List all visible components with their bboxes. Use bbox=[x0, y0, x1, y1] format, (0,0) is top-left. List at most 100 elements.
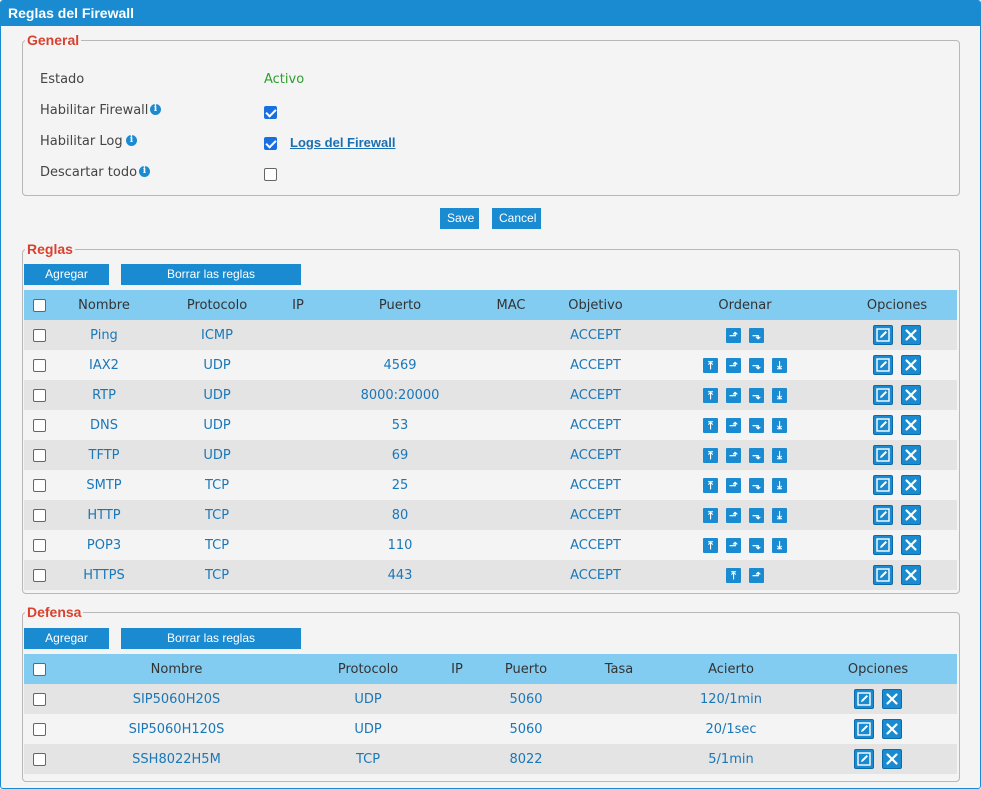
edit-icon[interactable] bbox=[873, 565, 893, 585]
move-down-icon[interactable]: ⬎ bbox=[749, 537, 764, 553]
delete-icon[interactable] bbox=[882, 719, 902, 739]
info-icon[interactable]: i bbox=[126, 135, 137, 146]
edit-icon[interactable] bbox=[873, 355, 893, 375]
defensa-add-rule-button[interactable]: Agregar regla bbox=[24, 628, 109, 666]
delete-icon[interactable] bbox=[901, 415, 921, 435]
move-up-icon[interactable]: ⬏ bbox=[726, 387, 741, 403]
descartar-todo-checkbox[interactable] bbox=[264, 168, 277, 181]
edit-icon[interactable] bbox=[854, 689, 874, 709]
row-checkbox-cell[interactable] bbox=[24, 350, 54, 380]
delete-icon[interactable] bbox=[901, 535, 921, 555]
row-checkbox-cell[interactable] bbox=[24, 410, 54, 440]
move-down-icon[interactable]: ⬎ bbox=[749, 507, 764, 523]
row-checkbox-cell[interactable] bbox=[24, 560, 54, 590]
move-down-icon[interactable]: ⬎ bbox=[749, 357, 764, 373]
row-checkbox-cell[interactable] bbox=[24, 500, 54, 530]
row-checkbox[interactable] bbox=[32, 508, 46, 522]
move-top-icon[interactable]: ⤒ bbox=[703, 477, 718, 493]
row-checkbox[interactable] bbox=[32, 478, 46, 492]
row-checkbox-cell[interactable] bbox=[24, 320, 54, 350]
row-checkbox[interactable] bbox=[32, 418, 46, 432]
reglas-delete-selected-button[interactable]: Borrar las reglas seleccionadas bbox=[121, 264, 301, 302]
select-all-checkbox-cell[interactable] bbox=[24, 654, 54, 684]
move-top-icon[interactable]: ⤒ bbox=[703, 537, 718, 553]
move-bottom-icon[interactable]: ⤓ bbox=[772, 387, 787, 403]
delete-icon[interactable] bbox=[901, 475, 921, 495]
edit-icon[interactable] bbox=[873, 445, 893, 465]
info-icon[interactable]: i bbox=[150, 104, 161, 115]
move-up-icon[interactable]: ⬏ bbox=[749, 567, 764, 583]
row-checkbox[interactable] bbox=[32, 538, 46, 552]
delete-icon[interactable] bbox=[901, 385, 921, 405]
reglas-header-row: Nombre Protocolo IP Puerto MAC Objetivo … bbox=[24, 290, 957, 320]
habilitar-log-checkbox[interactable] bbox=[264, 137, 277, 150]
select-all-checkbox[interactable] bbox=[32, 662, 46, 676]
row-checkbox[interactable] bbox=[32, 692, 46, 706]
move-top-icon[interactable]: ⤒ bbox=[703, 387, 718, 403]
move-bottom-icon[interactable]: ⤓ bbox=[772, 417, 787, 433]
rule-target: ACCEPT bbox=[538, 380, 653, 410]
move-up-icon[interactable]: ⬏ bbox=[726, 327, 741, 343]
delete-icon[interactable] bbox=[901, 445, 921, 465]
edit-icon[interactable] bbox=[873, 415, 893, 435]
row-checkbox[interactable] bbox=[32, 568, 46, 582]
move-down-icon[interactable]: ⬎ bbox=[749, 417, 764, 433]
row-checkbox-cell[interactable] bbox=[24, 380, 54, 410]
row-checkbox[interactable] bbox=[32, 388, 46, 402]
row-checkbox-cell[interactable] bbox=[24, 530, 54, 560]
select-all-checkbox-cell[interactable] bbox=[24, 290, 54, 320]
delete-icon[interactable] bbox=[901, 355, 921, 375]
move-down-icon[interactable]: ⬎ bbox=[749, 447, 764, 463]
row-checkbox-cell[interactable] bbox=[24, 470, 54, 500]
row-checkbox-cell[interactable] bbox=[24, 714, 54, 744]
edit-icon[interactable] bbox=[873, 535, 893, 555]
edit-icon[interactable] bbox=[873, 325, 893, 345]
row-checkbox[interactable] bbox=[32, 448, 46, 462]
edit-icon[interactable] bbox=[873, 475, 893, 495]
move-top-icon[interactable]: ⤒ bbox=[703, 507, 718, 523]
move-bottom-icon[interactable]: ⤓ bbox=[772, 537, 787, 553]
edit-icon[interactable] bbox=[854, 719, 874, 739]
row-checkbox[interactable] bbox=[32, 722, 46, 736]
move-bottom-icon[interactable]: ⤓ bbox=[772, 477, 787, 493]
edit-icon[interactable] bbox=[854, 749, 874, 769]
select-all-checkbox[interactable] bbox=[32, 298, 46, 312]
row-checkbox-cell[interactable] bbox=[24, 684, 54, 714]
move-top-icon[interactable]: ⤒ bbox=[703, 417, 718, 433]
delete-icon[interactable] bbox=[901, 565, 921, 585]
move-up-icon[interactable]: ⬏ bbox=[726, 477, 741, 493]
row-checkbox[interactable] bbox=[32, 752, 46, 766]
move-bottom-icon[interactable]: ⤓ bbox=[772, 357, 787, 373]
reglas-add-rule-button[interactable]: Agregar regla bbox=[24, 264, 109, 302]
habilitar-firewall-checkbox[interactable] bbox=[264, 106, 277, 119]
delete-icon[interactable] bbox=[882, 749, 902, 769]
delete-icon[interactable] bbox=[901, 325, 921, 345]
save-button[interactable]: Save bbox=[440, 208, 479, 229]
row-checkbox[interactable] bbox=[32, 328, 46, 342]
move-up-icon[interactable]: ⬏ bbox=[726, 507, 741, 523]
move-up-icon[interactable]: ⬏ bbox=[726, 357, 741, 373]
move-bottom-icon[interactable]: ⤓ bbox=[772, 447, 787, 463]
row-checkbox-cell[interactable] bbox=[24, 744, 54, 774]
info-icon[interactable]: i bbox=[139, 166, 150, 177]
move-bottom-icon[interactable]: ⤓ bbox=[772, 507, 787, 523]
rule-port: 53 bbox=[316, 410, 484, 440]
move-down-icon[interactable]: ⬎ bbox=[749, 387, 764, 403]
cancel-button[interactable]: Cancel bbox=[492, 208, 541, 229]
move-down-icon[interactable]: ⬎ bbox=[749, 327, 764, 343]
logs-del-firewall-link[interactable]: Logs del Firewall bbox=[290, 135, 395, 150]
move-up-icon[interactable]: ⬏ bbox=[726, 447, 741, 463]
move-up-icon[interactable]: ⬏ bbox=[726, 537, 741, 553]
move-top-icon[interactable]: ⤒ bbox=[703, 447, 718, 463]
edit-icon[interactable] bbox=[873, 385, 893, 405]
move-top-icon[interactable]: ⤒ bbox=[703, 357, 718, 373]
defensa-delete-selected-button[interactable]: Borrar las reglas seleccionadas bbox=[121, 628, 301, 666]
move-up-icon[interactable]: ⬏ bbox=[726, 417, 741, 433]
move-top-icon[interactable]: ⤒ bbox=[726, 567, 741, 583]
edit-icon[interactable] bbox=[873, 505, 893, 525]
delete-icon[interactable] bbox=[882, 689, 902, 709]
row-checkbox[interactable] bbox=[32, 358, 46, 372]
move-down-icon[interactable]: ⬎ bbox=[749, 477, 764, 493]
delete-icon[interactable] bbox=[901, 505, 921, 525]
row-checkbox-cell[interactable] bbox=[24, 440, 54, 470]
